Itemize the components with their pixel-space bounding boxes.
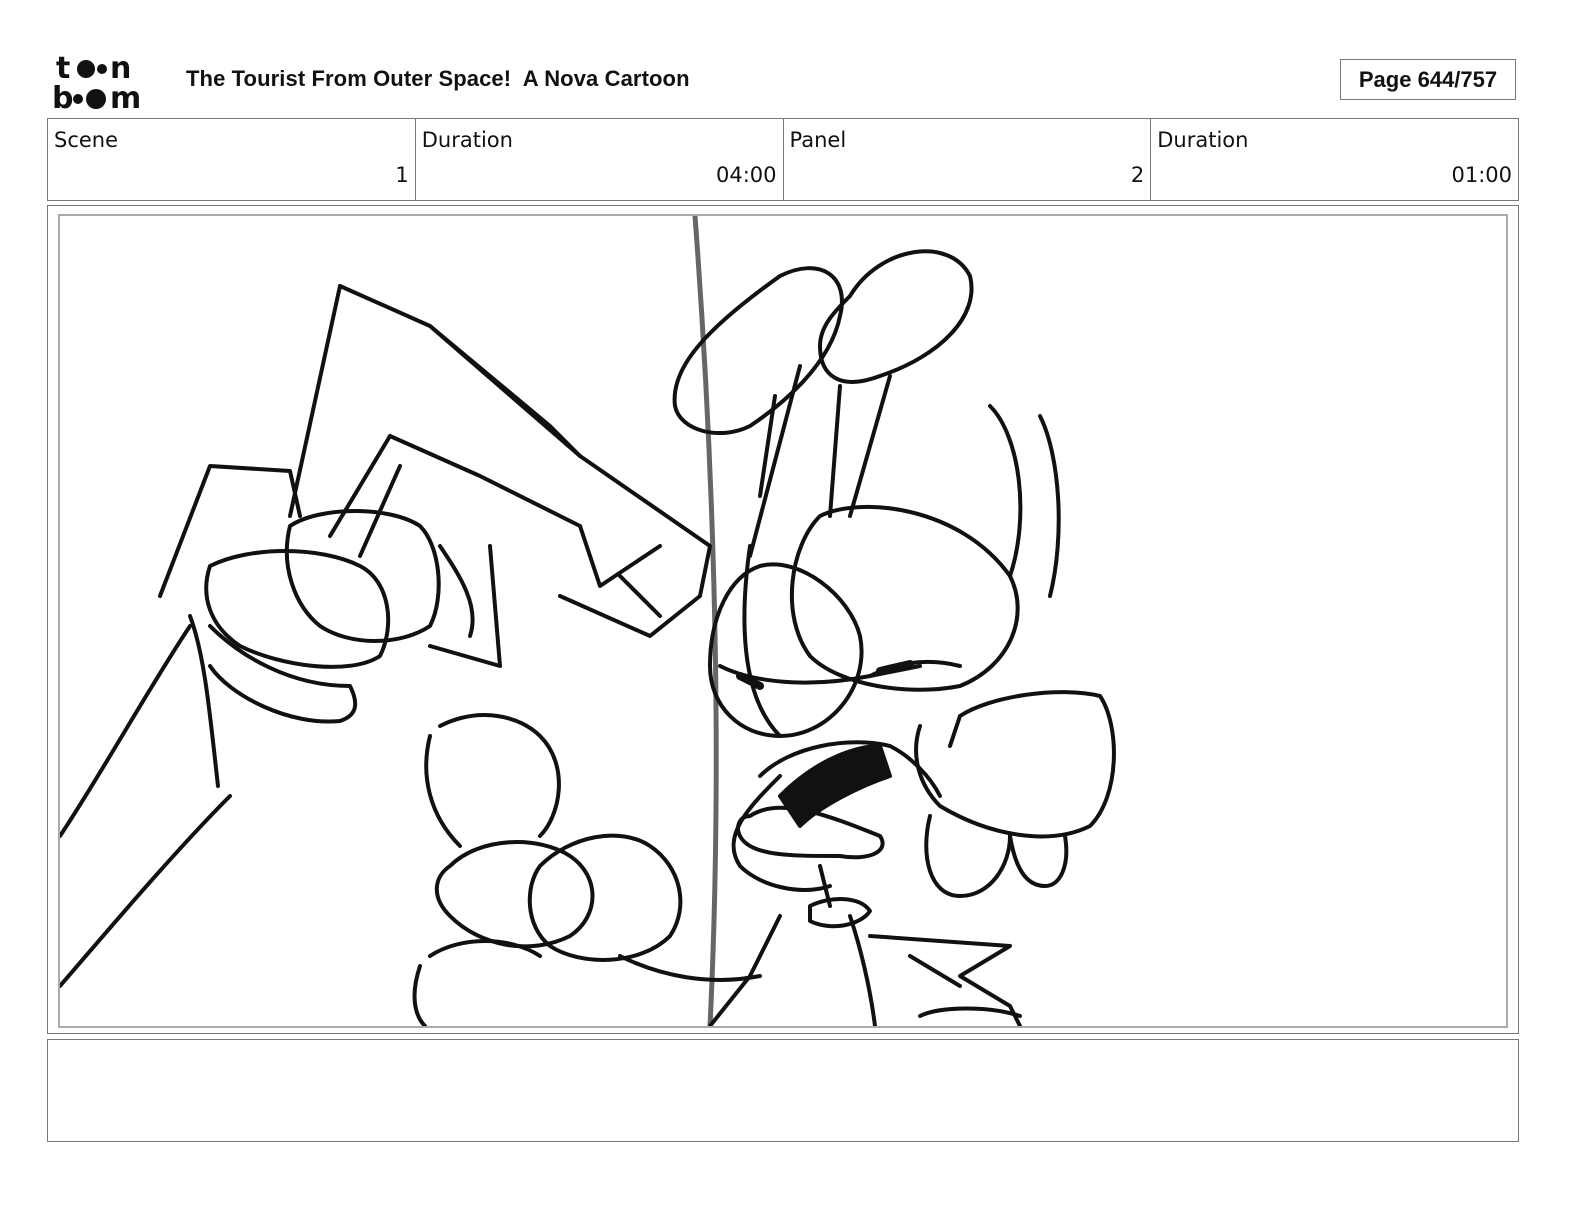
scene-duration-cell: Duration 04:00 <box>416 119 784 200</box>
panel-duration-label: Duration <box>1157 128 1249 152</box>
page-indicator: Page 644/757 <box>1340 59 1516 100</box>
panel-value: 2 <box>1130 163 1145 187</box>
scene-cell: Scene 1 <box>48 119 416 200</box>
scene-info-bar: Scene 1 Duration 04:00 Panel 2 Duration … <box>47 118 1519 201</box>
panel-label: Panel <box>789 128 847 152</box>
panel-notes-box <box>47 1039 1519 1142</box>
scene-duration-value: 04:00 <box>715 163 777 187</box>
panel-duration-cell: Duration 01:00 <box>1151 119 1518 200</box>
panel-cell: Panel 2 <box>784 119 1152 200</box>
svg-text:b: b <box>52 81 73 112</box>
toon-boom-logo: t n b m <box>52 52 164 112</box>
panel-duration-value: 01:00 <box>1451 163 1512 187</box>
scene-label: Scene <box>54 128 119 152</box>
storyboard-panel-frame <box>47 205 1519 1034</box>
scene-duration-label: Duration <box>421 128 513 152</box>
project-title: The Tourist From Outer Space! A Nova Car… <box>186 66 690 91</box>
svg-text:m: m <box>110 81 141 112</box>
scene-value: 1 <box>395 163 409 187</box>
storyboard-panel-image <box>58 214 1508 1028</box>
